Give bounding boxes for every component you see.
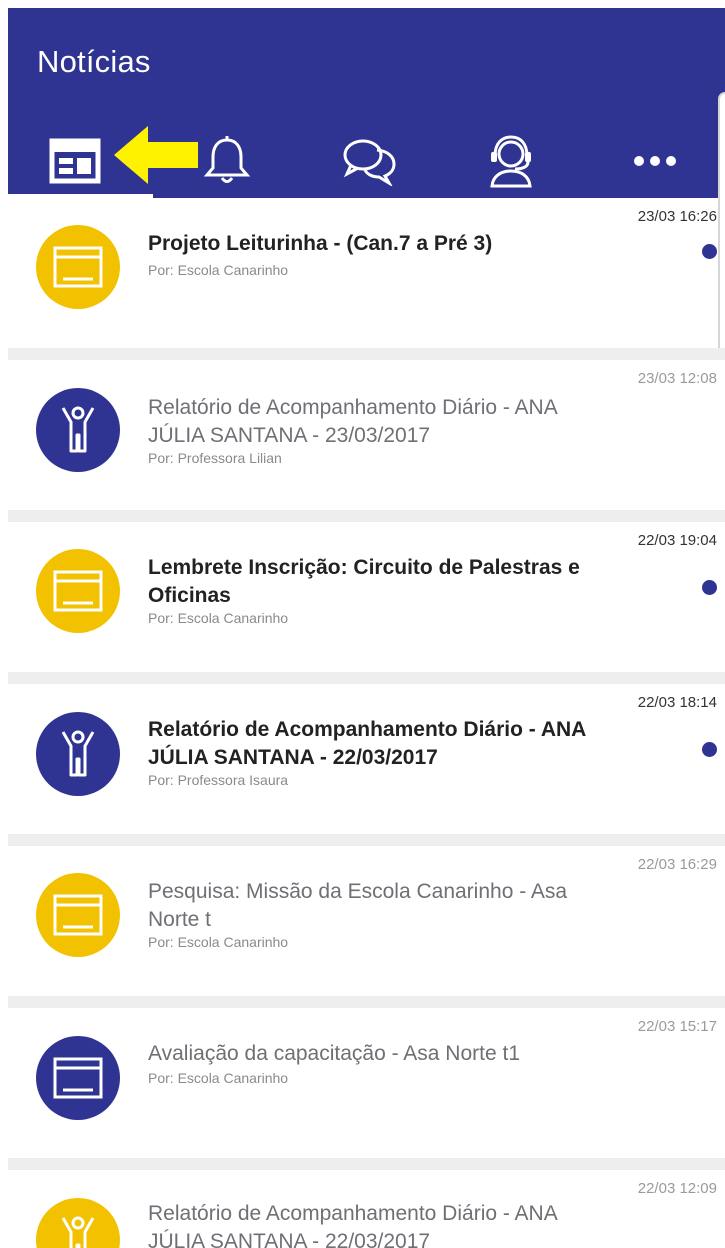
news-card-icon (53, 570, 103, 612)
item-author: Por: Escola Canarinho (148, 610, 289, 626)
item-author: Por: Escola Canarinho (148, 262, 289, 278)
list-separator (8, 672, 725, 684)
item-avatar (36, 1198, 120, 1248)
list-item[interactable]: Projeto Leiturinha - (Can.7 a Pré 3) Por… (8, 198, 725, 348)
page-title: Notícias (37, 44, 151, 79)
item-avatar (36, 388, 120, 472)
list-item[interactable]: Relatório de Acompanhamento Diário - ANA… (8, 360, 725, 510)
unread-dot (702, 244, 717, 259)
tab-support[interactable] (476, 126, 546, 196)
item-time: 22/03 19:04 (637, 532, 717, 549)
list-item[interactable]: Lembrete Inscrição: Circuito de Palestra… (8, 522, 725, 672)
item-time: 22/03 18:14 (637, 694, 717, 711)
newspaper-icon (49, 138, 101, 184)
tab-messages[interactable] (335, 126, 405, 196)
list-separator (8, 510, 725, 522)
item-title: Relatório de Acompanhamento Diário - ANA… (148, 1202, 557, 1248)
item-time: 22/03 12:09 (637, 1180, 717, 1197)
item-title: Lembrete Inscrição: Circuito de Palestra… (148, 556, 580, 607)
tab-news[interactable] (40, 126, 110, 196)
item-avatar (36, 873, 120, 957)
list-item[interactable]: Pesquisa: Missão da Escola Canarinho - A… (8, 846, 725, 996)
item-title: Relatório de Acompanhamento Diário - ANA… (148, 396, 557, 447)
item-avatar (36, 712, 120, 796)
child-figure-icon (61, 406, 95, 453)
item-time: 23/03 12:08 (637, 370, 717, 387)
unread-dot (702, 742, 717, 757)
support-agent-icon (490, 135, 532, 188)
tab-notifications[interactable] (192, 126, 262, 196)
child-figure-icon (61, 1216, 95, 1248)
list-separator (8, 1158, 725, 1170)
item-time: 22/03 15:17 (637, 1018, 717, 1035)
news-card-icon (53, 246, 103, 288)
item-author: Por: Professora Isaura (148, 772, 289, 788)
more-dots-icon (634, 156, 676, 166)
list-separator (8, 348, 725, 360)
item-title: Relatório de Acompanhamento Diário - ANA… (148, 718, 586, 769)
list-item[interactable]: Avaliação da capacitação - Asa Norte t1 … (8, 1008, 725, 1158)
item-title: Avaliação da capacitação - Asa Norte t1 (148, 1042, 521, 1065)
list-separator (8, 834, 725, 846)
news-card-icon (53, 894, 103, 936)
news-list: Projeto Leiturinha - (Can.7 a Pré 3) Por… (8, 198, 725, 1248)
unread-dot (702, 580, 717, 595)
list-item[interactable]: Relatório de Acompanhamento Diário - ANA… (8, 684, 725, 834)
bell-icon (203, 136, 251, 183)
item-avatar (36, 225, 120, 309)
item-title: Projeto Leiturinha - (Can.7 a Pré 3) (148, 232, 493, 255)
news-card-icon (53, 1057, 103, 1099)
item-time: 23/03 16:26 (637, 208, 717, 225)
yellow-arrow-annotation (114, 126, 198, 184)
tab-more[interactable] (620, 126, 690, 196)
item-author: Por: Professora Lilian (148, 450, 282, 466)
item-time: 22/03 16:29 (637, 856, 717, 873)
chat-bubbles-icon (343, 139, 396, 186)
item-avatar (36, 549, 120, 633)
item-author: Por: Escola Canarinho (148, 1070, 289, 1086)
item-author: Por: Escola Canarinho (148, 934, 289, 950)
list-separator (8, 996, 725, 1008)
child-figure-icon (61, 730, 95, 777)
item-title: Pesquisa: Missão da Escola Canarinho - A… (148, 880, 568, 931)
list-item[interactable]: Relatório de Acompanhamento Diário - ANA… (8, 1170, 725, 1248)
item-avatar (36, 1036, 120, 1120)
